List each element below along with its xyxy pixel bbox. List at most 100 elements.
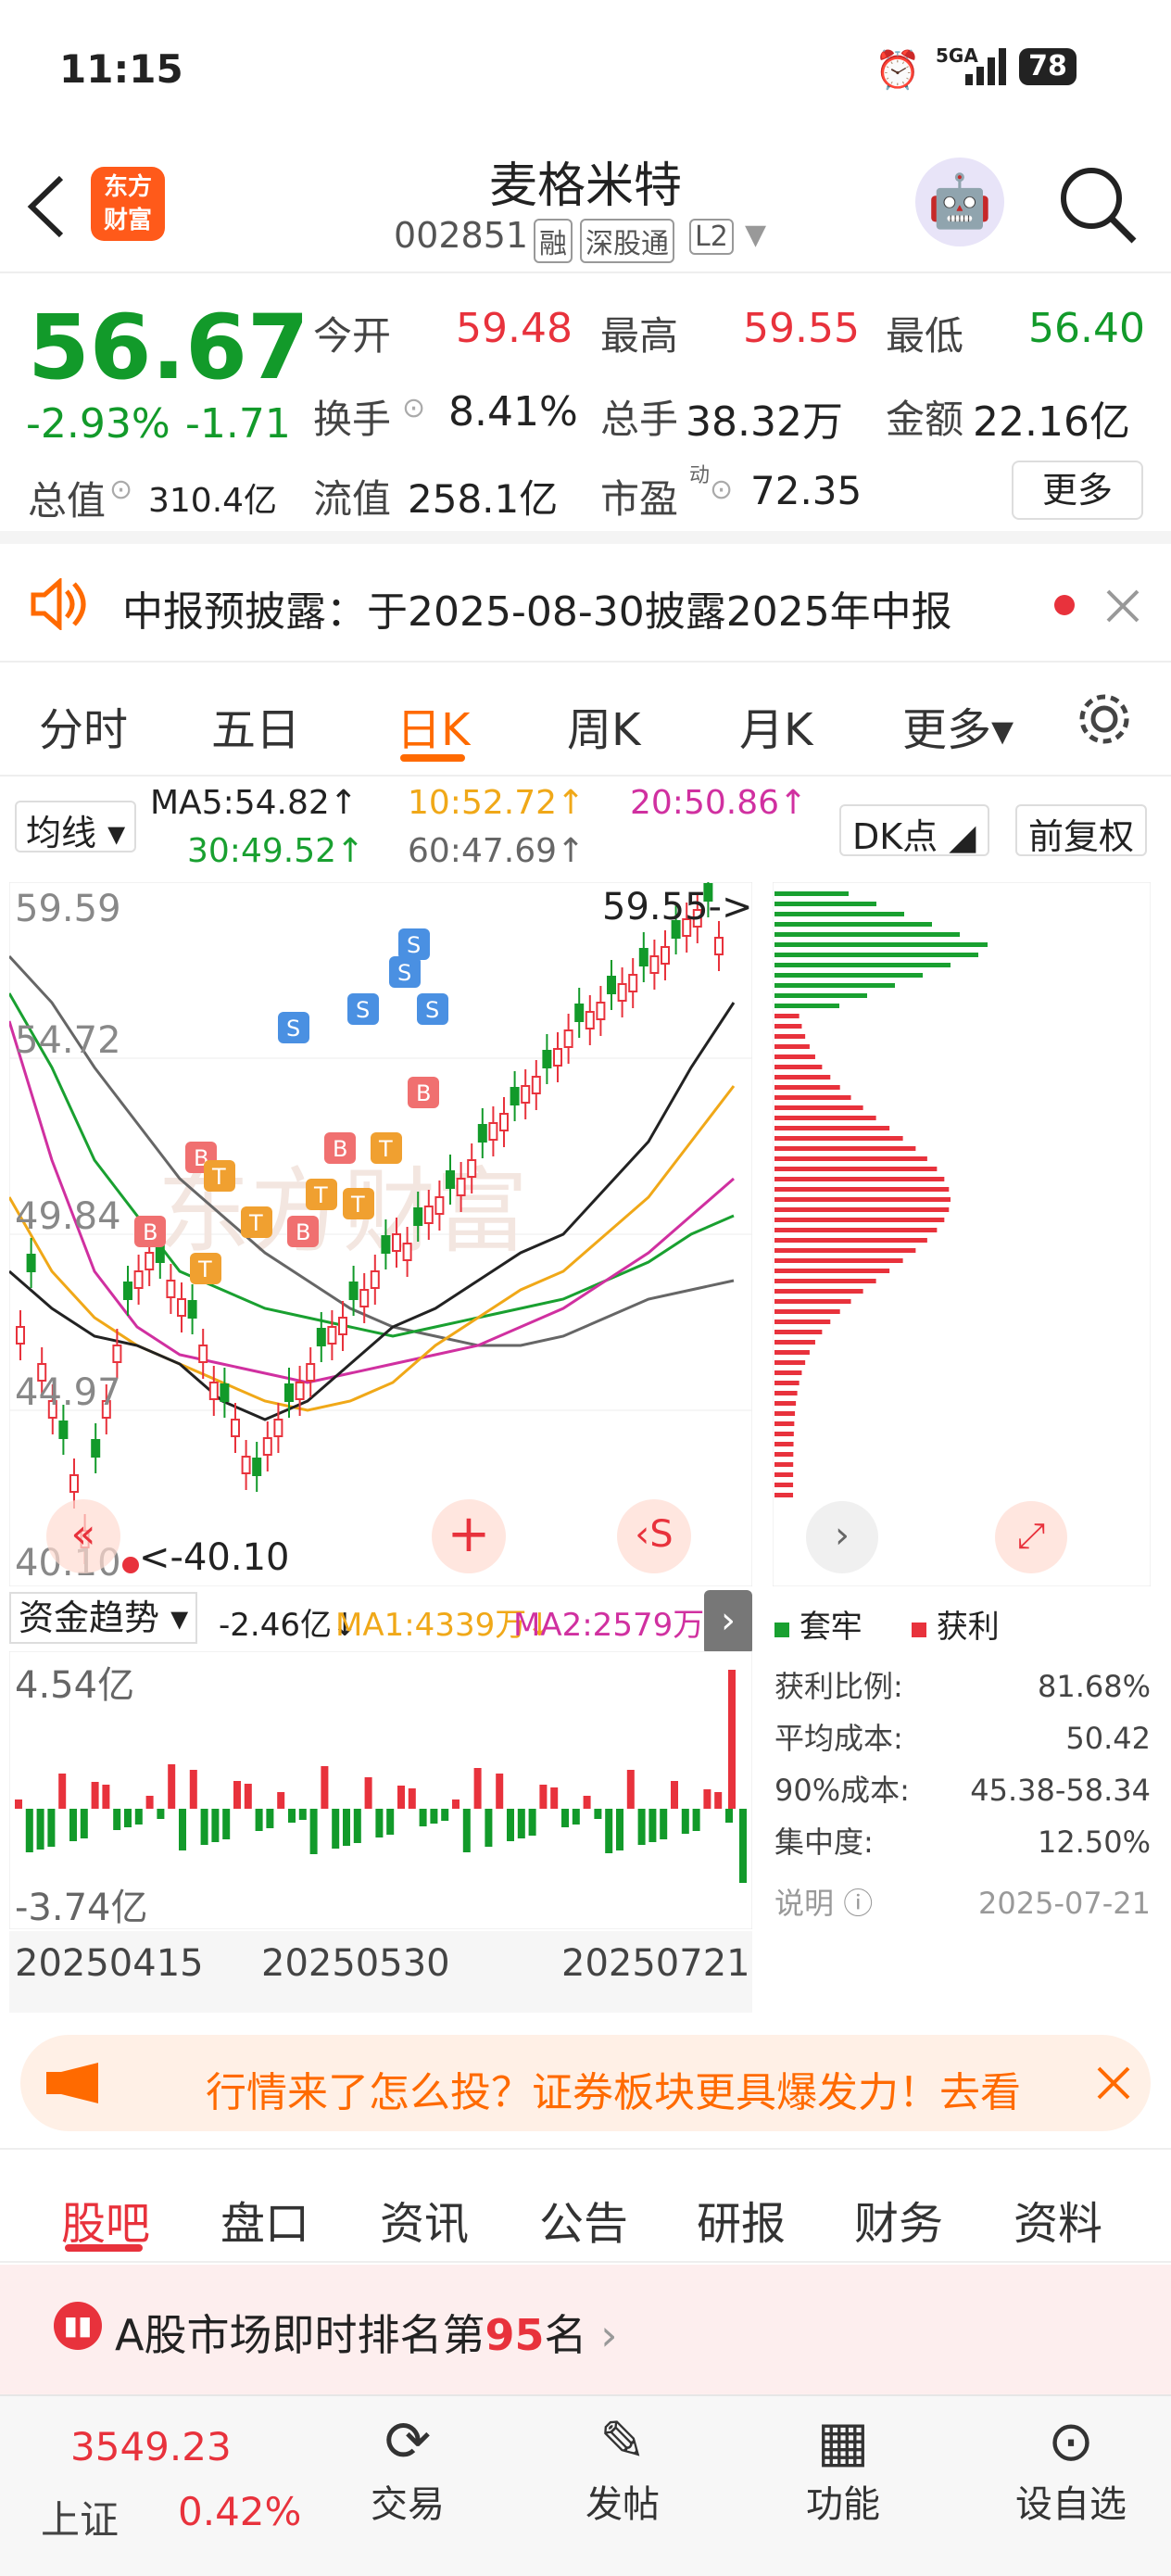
- chip-bar: [774, 973, 923, 978]
- candle-body: [69, 1474, 79, 1493]
- chip-bar: [774, 1014, 800, 1018]
- chip-bar: [774, 1279, 876, 1283]
- panel-toggle-icon[interactable]: ›: [704, 1590, 752, 1655]
- add-watchlist-button[interactable]: ⊙ 设自选: [997, 2409, 1145, 2528]
- candle-body: [220, 1383, 230, 1402]
- chip-stat-row: 90%成本: 45.38-58.34: [774, 1764, 1151, 1816]
- indicator-select[interactable]: 均线 ▾: [15, 801, 137, 853]
- tab-intraday[interactable]: 分时: [39, 693, 128, 758]
- ranking-chart-icon: ▮▮: [54, 2302, 102, 2350]
- tab-finance[interactable]: 财务: [854, 2187, 943, 2252]
- index-value[interactable]: 3549.23: [70, 2424, 232, 2469]
- kline-tabs: 分时 五日 日K 周K 月K 更多▾: [0, 665, 1171, 777]
- fund-bar: [550, 1787, 559, 1809]
- post-button[interactable]: ✎ 发帖: [567, 2409, 678, 2528]
- post-label: 发帖: [586, 2483, 660, 2526]
- candle-body: [123, 1282, 132, 1300]
- edit-icon: ✎: [598, 2409, 647, 2474]
- fund-bar: [266, 1809, 274, 1828]
- chevron-right-icon[interactable]: ›: [806, 1501, 878, 1573]
- candle-body: [574, 1004, 585, 1022]
- turnover-value: 8.41%: [448, 388, 578, 436]
- info-icon[interactable]: ⊙: [402, 392, 425, 424]
- robot-assistant-icon[interactable]: 🤖: [915, 158, 1004, 246]
- chip-bar: [774, 1350, 810, 1355]
- tab-news[interactable]: 资讯: [380, 2187, 469, 2252]
- stat-value: 45.38-58.34: [970, 1773, 1151, 1808]
- stat-value: 81.68%: [1037, 1669, 1151, 1704]
- tab-profile[interactable]: 资料: [1014, 2187, 1102, 2252]
- index-name[interactable]: 上证: [41, 2489, 119, 2545]
- dk-point-label: DK点: [852, 816, 938, 857]
- chip-bar: [774, 1258, 903, 1263]
- fund-bar: [616, 1809, 623, 1850]
- info-icon[interactable]: ⊙: [710, 474, 733, 506]
- tab-five-day[interactable]: 五日: [211, 693, 300, 758]
- rank-banner[interactable]: ▮▮ A股市场即时排名第95名 ›: [0, 2265, 1171, 2394]
- ad-banner[interactable]: 行情来了怎么投？证券板块更具爆发力！去看: [20, 2035, 1151, 2131]
- fund-bar: [309, 1809, 318, 1854]
- open-label: 今开: [313, 313, 392, 359]
- tab-announcement[interactable]: 公告: [539, 2187, 628, 2252]
- signal-marker-B: B: [143, 1219, 157, 1245]
- tab-daily-k[interactable]: 日K: [397, 693, 470, 758]
- stat-label: 获利比例:: [774, 1669, 903, 1704]
- candle-body: [231, 1419, 240, 1437]
- chip-bar: [774, 1472, 794, 1477]
- expand-icon[interactable]: ⤢: [995, 1501, 1067, 1573]
- candle-body: [133, 1270, 144, 1289]
- close-icon[interactable]: [1104, 587, 1141, 625]
- fund-bar: [517, 1809, 525, 1838]
- candle-body: [617, 983, 627, 1002]
- chip-bar: [774, 1024, 802, 1029]
- fund-trend-select[interactable]: 资金趋势 ▾: [9, 1592, 198, 1644]
- low-point-dot: [122, 1557, 139, 1573]
- sell-signal-icon[interactable]: ‹S: [617, 1499, 691, 1573]
- tab-guba[interactable]: 股吧: [61, 2187, 150, 2252]
- chip-bar: [774, 1340, 815, 1345]
- signal-marker-B: B: [333, 1136, 347, 1162]
- scroll-left-icon[interactable]: «: [46, 1499, 120, 1573]
- info-icon[interactable]: ⊙: [109, 474, 132, 506]
- more-button[interactable]: 更多: [1012, 461, 1143, 520]
- candle-body: [58, 1421, 69, 1439]
- index-change[interactable]: 0.42%: [178, 2489, 301, 2534]
- trade-button[interactable]: ⟳ 交易: [352, 2409, 463, 2528]
- low-marker: <-40.10: [139, 1536, 290, 1579]
- gear-icon[interactable]: [1075, 689, 1134, 749]
- notice-bar[interactable]: 中报预披露：于2025-08-30披露2025年中报: [0, 547, 1171, 663]
- chip-bar: [774, 953, 978, 957]
- chip-bar: [774, 1452, 794, 1457]
- close-icon[interactable]: [1095, 2065, 1132, 2102]
- search-icon[interactable]: [1056, 163, 1140, 246]
- chip-distribution-chart[interactable]: [773, 882, 1151, 1586]
- signal-marker-T: T: [248, 1210, 263, 1236]
- fund-bar: [102, 1785, 110, 1809]
- tab-research[interactable]: 研报: [697, 2187, 786, 2252]
- chip-note-row[interactable]: 说明 ⓘ 2025-07-21: [774, 1877, 1151, 1929]
- tab-more[interactable]: 更多▾: [902, 693, 1014, 758]
- fund-bar: [671, 1781, 678, 1809]
- candle-body: [16, 1326, 25, 1345]
- function-button[interactable]: ▦ 功能: [787, 2409, 899, 2528]
- chip-bar: [774, 1156, 927, 1161]
- tab-pankou[interactable]: 盘口: [220, 2187, 309, 2252]
- ma20-value: 20:50.86↑: [630, 784, 808, 822]
- dk-point-button[interactable]: DK点 ◢: [839, 804, 989, 857]
- chevron-down-icon[interactable]: ▼: [745, 219, 766, 251]
- candle-body: [553, 1048, 562, 1067]
- tab-weekly-k[interactable]: 周K: [567, 693, 640, 758]
- candle-body: [607, 976, 616, 994]
- crosshair-icon[interactable]: +: [432, 1499, 506, 1573]
- adjust-select[interactable]: 前复权: [1015, 804, 1148, 857]
- high-marker: 59.55->: [602, 886, 753, 928]
- candle-body: [359, 1289, 370, 1307]
- stat-label: 平均成本:: [774, 1721, 903, 1756]
- ma60-value: 60:47.69↑: [408, 832, 586, 870]
- signal-marker-T: T: [350, 1192, 365, 1218]
- fund-bar: [255, 1809, 263, 1831]
- fund-bar: [408, 1788, 416, 1809]
- tab-monthly-k[interactable]: 月K: [739, 693, 812, 758]
- chip-bar: [774, 1146, 916, 1151]
- fund-bar: [25, 1809, 33, 1852]
